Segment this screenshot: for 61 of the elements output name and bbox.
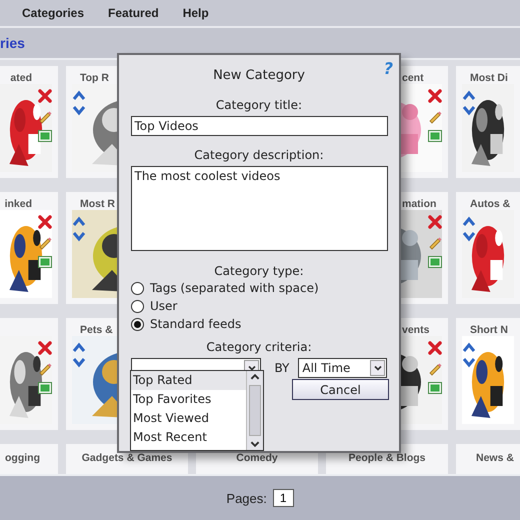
field-label: Category description: xyxy=(194,147,324,163)
dropdown-option[interactable]: Most Recent xyxy=(131,428,246,447)
card-title: Autos & xyxy=(470,198,510,210)
category-card[interactable]: Most Di xyxy=(456,66,520,178)
period-select[interactable]: All Time xyxy=(298,358,387,378)
radio-label[interactable]: User xyxy=(150,299,178,313)
category-card[interactable]: ogging xyxy=(0,444,58,474)
scrollbar[interactable] xyxy=(246,371,263,450)
dropdown-option[interactable]: Most Viewed xyxy=(131,409,246,428)
scrollbar-thumb[interactable] xyxy=(249,385,261,436)
card-title: Most Di xyxy=(470,72,508,84)
card-title: People & Blogs xyxy=(348,452,426,464)
menu-item[interactable]: Help xyxy=(182,6,209,20)
title-field[interactable]: Top Videos xyxy=(130,116,388,136)
cancel-button[interactable]: Cancel xyxy=(292,379,389,400)
menu-item[interactable]: Categories xyxy=(22,6,84,20)
menu-item[interactable]: Featured xyxy=(108,6,159,20)
dropdown-button[interactable] xyxy=(370,360,385,376)
card-title: ated xyxy=(10,72,32,84)
chevron-down-icon xyxy=(372,363,382,373)
dropdown-option[interactable]: Top Favorites xyxy=(131,390,246,409)
card-title: Top R xyxy=(80,72,109,84)
field-label: Category title: xyxy=(216,97,302,113)
card-title: vents xyxy=(402,324,430,336)
card-title: inked xyxy=(4,198,32,210)
card-title: mation xyxy=(402,198,436,210)
card-title: Gadgets & Games xyxy=(82,452,172,464)
cross-icon[interactable] xyxy=(427,214,443,230)
category-card[interactable]: inked xyxy=(0,192,58,304)
description-field[interactable]: The most coolest videos xyxy=(130,166,388,251)
page-number-field[interactable]: 1 xyxy=(272,489,294,507)
card-title: Most R xyxy=(80,198,115,210)
card-title: cent xyxy=(402,72,424,84)
radio-label[interactable]: Standard feeds xyxy=(150,317,242,331)
radio-button[interactable] xyxy=(131,300,144,312)
field-label: Category type: xyxy=(214,263,304,279)
cross-icon[interactable] xyxy=(37,340,53,356)
image-icon[interactable] xyxy=(37,380,53,396)
cross-icon[interactable] xyxy=(427,88,443,104)
card-title: News & xyxy=(476,452,514,464)
dropdown-option[interactable]: Top Rated xyxy=(131,371,246,390)
by-label: BY xyxy=(274,361,290,375)
image-icon[interactable] xyxy=(37,254,53,270)
cross-icon[interactable] xyxy=(37,88,53,104)
radio-button[interactable] xyxy=(131,318,144,330)
field-label: Category criteria: xyxy=(206,339,312,355)
pages-label: Pages: xyxy=(226,490,267,506)
category-card[interactable]: Short N xyxy=(456,318,520,430)
category-card[interactable]: News & xyxy=(456,444,520,474)
radio-button[interactable] xyxy=(131,282,144,294)
page-title: ries xyxy=(0,35,25,51)
cross-icon[interactable] xyxy=(427,340,443,356)
radio-label[interactable]: Tags (separated with space) xyxy=(150,281,319,295)
card-title: ogging xyxy=(5,452,40,464)
dialog-title: New Category xyxy=(213,68,305,82)
category-card[interactable]: ated xyxy=(0,66,58,178)
card-title: Pets & xyxy=(80,324,113,336)
card-title: Short N xyxy=(470,324,508,336)
card-title: Comedy xyxy=(236,452,278,464)
cross-icon[interactable] xyxy=(37,214,53,230)
category-card[interactable]: Autos & xyxy=(456,192,520,304)
